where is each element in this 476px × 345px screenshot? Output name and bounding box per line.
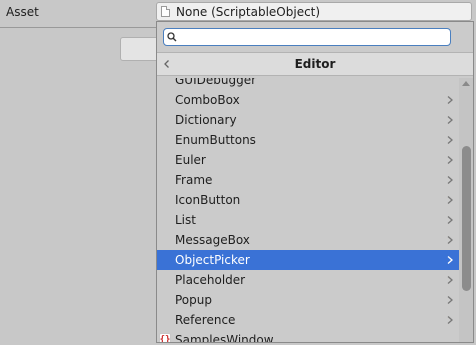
list-item-euler[interactable]: Euler (157, 150, 459, 170)
list-item-popup[interactable]: Popup (157, 290, 459, 310)
list-item-enumbuttons[interactable]: EnumButtons (157, 130, 459, 150)
chevron-right-icon (445, 174, 455, 186)
list-item-list[interactable]: List (157, 210, 459, 230)
list-item-label: SamplesWindow (175, 333, 274, 343)
chevron-right-icon (445, 114, 455, 126)
chevron-right-icon (445, 154, 455, 166)
list-item-label: IconButton (175, 193, 241, 207)
type-list: GUIDebugger ComboBox Dictionary EnumButton… (157, 78, 459, 343)
list-item-combobox[interactable]: ComboBox (157, 90, 459, 110)
inspector-divider (0, 27, 158, 28)
asset-object-field[interactable]: None (ScriptableObject) (156, 2, 472, 21)
list-item-frame[interactable]: Frame (157, 170, 459, 190)
list-item-label: Frame (175, 173, 213, 187)
scroll-up-arrow-icon[interactable] (462, 81, 470, 86)
chevron-right-icon (445, 94, 455, 106)
chevron-right-icon (445, 134, 455, 146)
list-item-label: EnumButtons (175, 133, 256, 147)
asset-label: Asset (6, 5, 39, 19)
background-button[interactable] (120, 37, 158, 61)
chevron-right-icon (445, 274, 455, 286)
list-item-label: Popup (175, 293, 212, 307)
list-item-objectpicker[interactable]: ObjectPicker (157, 250, 459, 270)
list-item-messagebox[interactable]: MessageBox (157, 230, 459, 250)
list-item-label: List (175, 213, 196, 227)
search-icon (164, 30, 180, 44)
list-item-placeholder[interactable]: Placeholder (157, 270, 459, 290)
list-item-iconbutton[interactable]: IconButton (157, 190, 459, 210)
chevron-right-icon (445, 254, 455, 266)
script-icon: {} (159, 333, 171, 342)
list-item-dictionary[interactable]: Dictionary (157, 110, 459, 130)
list-item-label: Reference (175, 313, 236, 327)
chevron-right-icon (445, 194, 455, 206)
list-item-reference[interactable]: Reference (157, 310, 459, 330)
chevron-right-icon (445, 234, 455, 246)
category-title: Editor (294, 57, 336, 71)
object-picker-popup: Editor GUIDebugger ComboBox Dictionary Enu… (156, 21, 474, 343)
list-item-label: MessageBox (175, 233, 250, 247)
chevron-right-icon (445, 214, 455, 226)
category-header: Editor (157, 52, 473, 76)
search-field[interactable] (163, 28, 451, 46)
list-item-label: ObjectPicker (175, 253, 250, 267)
search-input[interactable] (180, 30, 450, 44)
list-item-label: Euler (175, 153, 206, 167)
scroll-thumb[interactable] (462, 146, 471, 291)
document-icon (161, 6, 170, 17)
list-item-label: Placeholder (175, 273, 246, 287)
chevron-left-icon[interactable] (161, 58, 173, 70)
search-row (157, 22, 473, 52)
asset-field-value: None (ScriptableObject) (176, 4, 321, 19)
list-item[interactable]: GUIDebugger (157, 78, 459, 90)
list-item-sampleswindow[interactable]: {} SamplesWindow (157, 330, 459, 343)
list-item-label: ComboBox (175, 93, 240, 107)
chevron-right-icon (445, 294, 455, 306)
list-item-label: GUIDebugger (175, 78, 257, 87)
chevron-right-icon (445, 314, 455, 326)
list-item-label: Dictionary (175, 113, 237, 127)
scrollbar[interactable] (459, 78, 473, 342)
